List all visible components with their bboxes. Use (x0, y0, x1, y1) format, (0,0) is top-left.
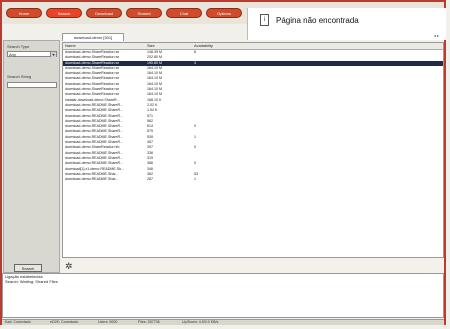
log-panel: Ligação estabelecida Search: Waiting: Sh… (2, 273, 444, 318)
chevron-down-icon[interactable]: ▾ (50, 52, 56, 57)
shared-button[interactable]: Shared (126, 8, 162, 18)
status-files: Files: 287736 (138, 320, 160, 324)
column-header-size[interactable]: Size (147, 43, 193, 49)
search-string-input[interactable] (7, 82, 57, 88)
table-body: download-demo.ShareReactor.rar 148.39 M6d… (63, 50, 443, 182)
start-search-button[interactable]: Search (14, 264, 42, 272)
gear-icon[interactable]: ✲ (65, 261, 73, 272)
table-row[interactable]: download-demo.README.Shar... 287 1 (63, 177, 443, 182)
log-line: Search: Waiting: Shared Files (5, 279, 58, 284)
search-string-label: Search String (7, 74, 32, 79)
result-tabs: download-demo [301] ◂ ▸ (56, 32, 441, 41)
tab-nav-arrows[interactable]: ◂ ▸ (434, 33, 439, 38)
status-transfer-rate: Up/Down: 4.5/0.0 KB/s (182, 320, 219, 324)
download-button[interactable]: Download (86, 8, 122, 18)
search-sidebar: Search Type Any ▾ Search String Search (3, 40, 60, 273)
table-header: Name Size Availability (63, 43, 443, 50)
status-ed2k: eD2K: Conectado (50, 320, 79, 324)
error-message: Página não encontrada (276, 16, 359, 25)
cell-availability: 1 (194, 177, 196, 182)
column-header-name[interactable]: Name (65, 43, 145, 49)
options-button[interactable]: Options (206, 8, 242, 18)
transfer-area: ✲ (62, 258, 444, 273)
search-type-value: Any (9, 52, 16, 57)
app-window: Home Search Download Shared Chat Options… (0, 0, 450, 329)
tab-download-demo[interactable]: download-demo [301] (62, 33, 124, 41)
home-button[interactable]: Home (6, 8, 42, 18)
results-table: Name Size Availability download-demo.Sha… (62, 42, 444, 258)
search-type-label: Search Type (7, 44, 30, 49)
document-icon: i (260, 14, 269, 26)
status-kad: Kad: Conectado (5, 320, 31, 324)
column-header-availability[interactable]: Availability (194, 43, 264, 49)
status-users: Users: 5000 (98, 320, 118, 324)
chat-button[interactable]: Chat (166, 8, 202, 18)
status-bar: Kad: Conectado eD2K: Conectado Users: 50… (2, 319, 444, 325)
search-type-select[interactable]: Any ▾ (7, 51, 57, 57)
search-button[interactable]: Search (46, 8, 82, 18)
cell-size: 287 (147, 177, 153, 182)
cell-name: download-demo.README.Shar... (65, 177, 119, 182)
